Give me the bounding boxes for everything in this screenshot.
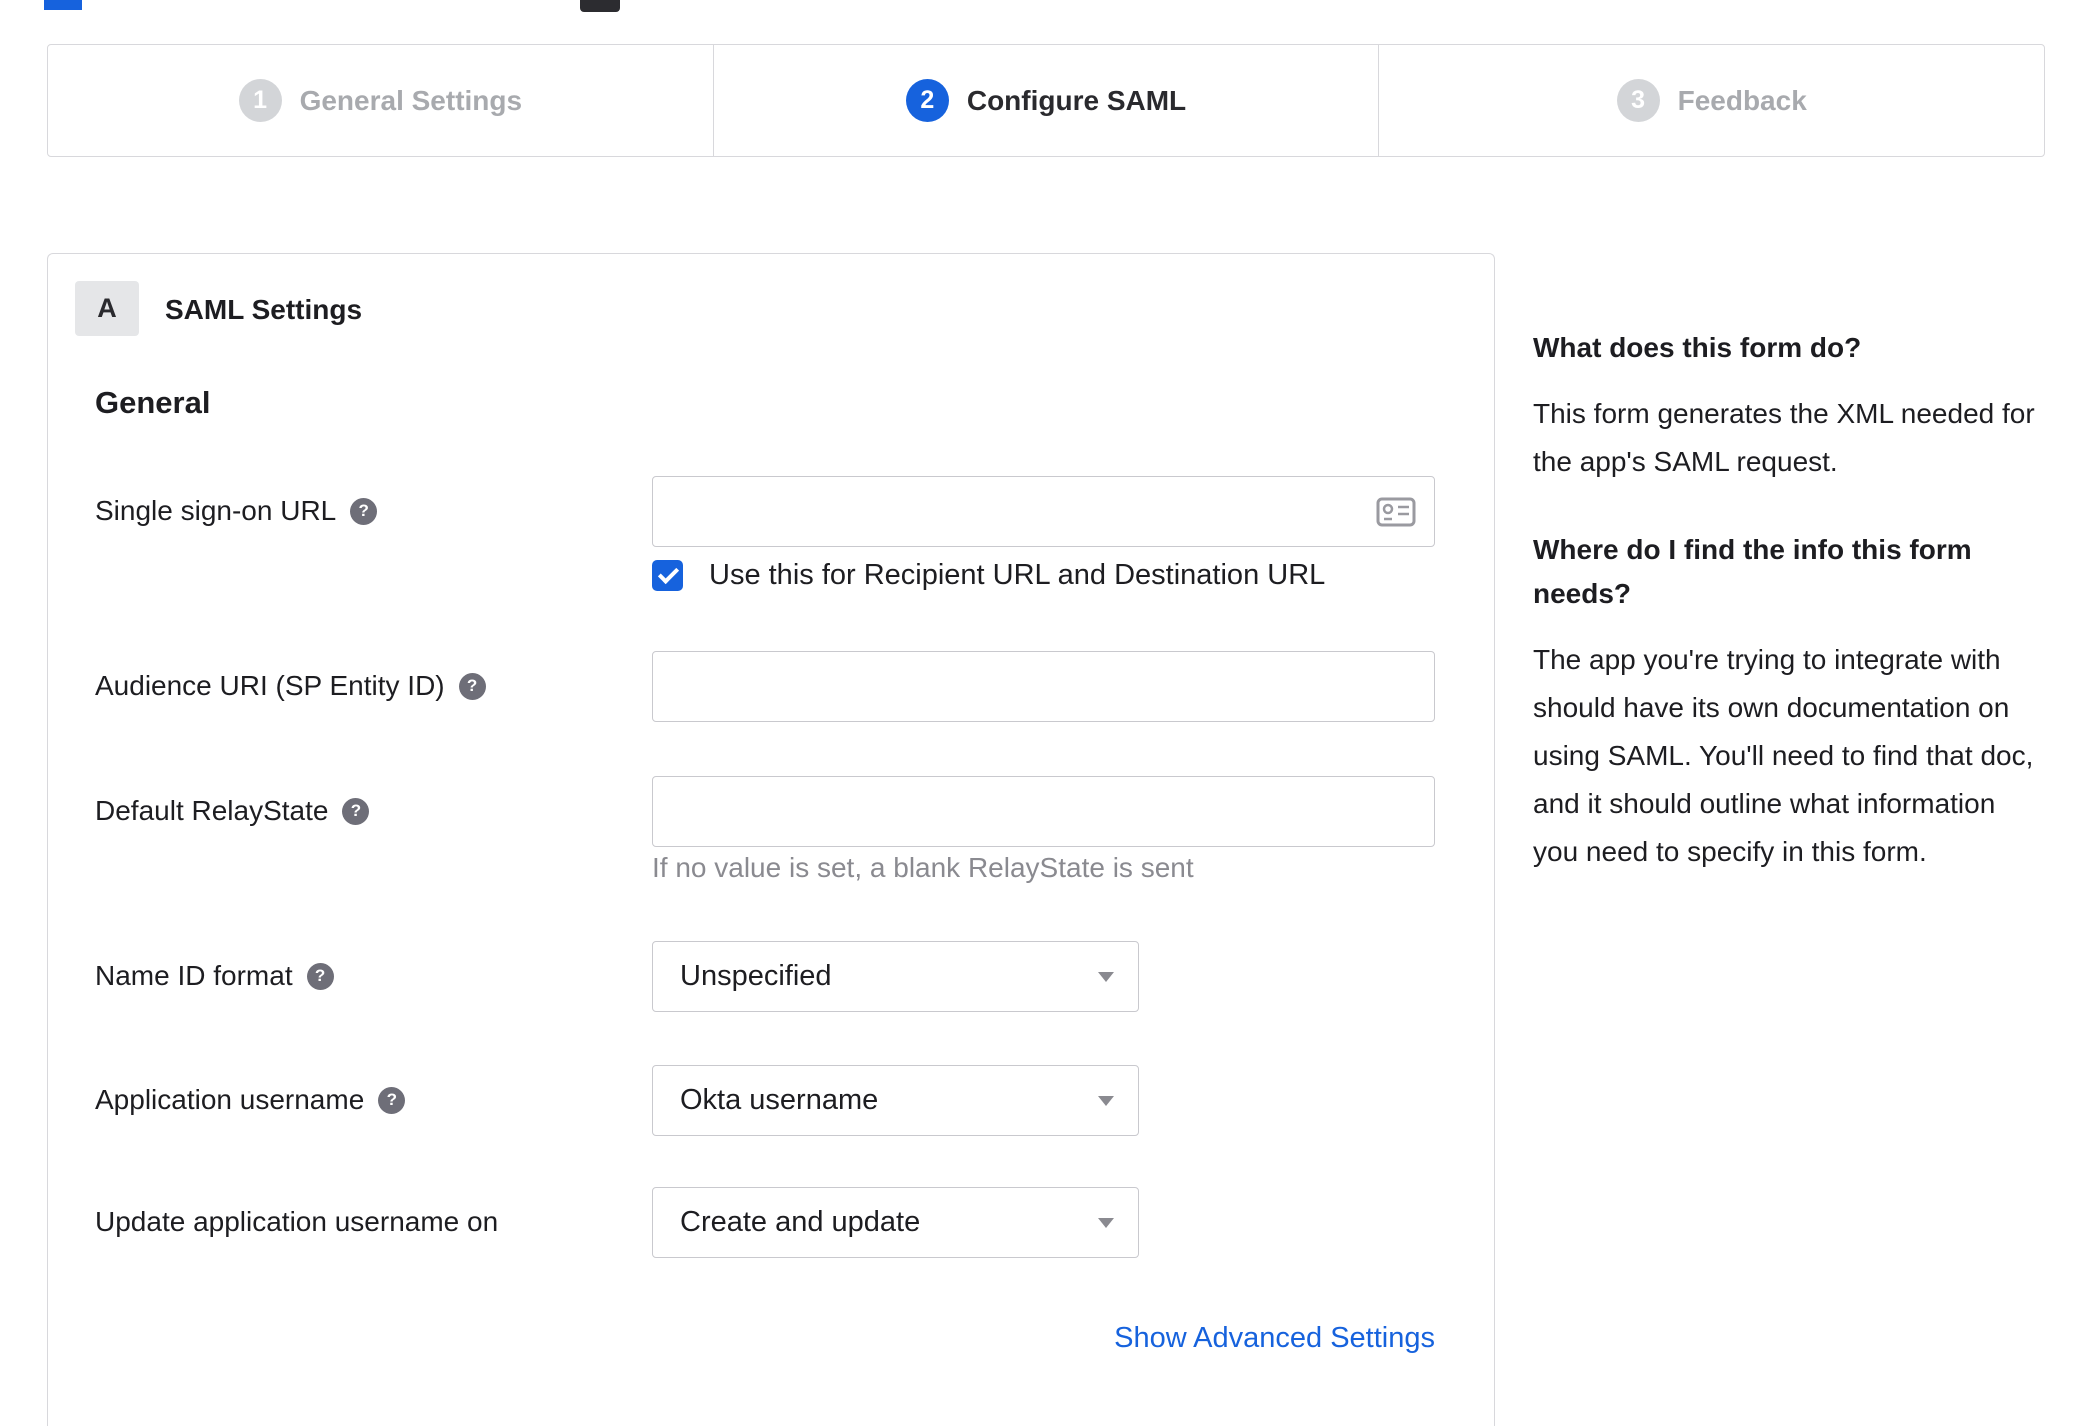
wizard-stepper: 1 General Settings 2 Configure SAML 3 Fe… xyxy=(47,44,2045,157)
help-icon[interactable]: ? xyxy=(378,1086,406,1114)
help-sidebar: What does this form do? This form genera… xyxy=(1533,326,2048,918)
relay-state-label-row: Default RelayState ? xyxy=(95,793,370,829)
name-id-format-select[interactable]: Unspecified xyxy=(652,941,1139,1012)
name-id-format-value: Unspecified xyxy=(680,960,832,992)
name-id-format-label: Name ID format xyxy=(95,960,293,991)
audience-uri-input[interactable] xyxy=(652,651,1435,722)
name-id-format-label-row: Name ID format ? xyxy=(95,958,334,994)
sidebar-answer-1: This form generates the XML needed for t… xyxy=(1533,398,2035,477)
sidebar-question-2: Where do I find the info this form needs… xyxy=(1533,534,1972,609)
chevron-down-icon xyxy=(1098,1217,1114,1228)
relay-state-label: Default RelayState xyxy=(95,795,329,826)
app-username-select[interactable]: Okta username xyxy=(652,1065,1139,1136)
audience-uri-label-row: Audience URI (SP Entity ID) ? xyxy=(95,668,486,704)
cropped-logo-fragment xyxy=(44,0,82,10)
recipient-destination-checkbox[interactable] xyxy=(652,560,683,591)
app-username-label: Application username xyxy=(95,1084,365,1115)
step-number-badge: 2 xyxy=(905,79,949,122)
chevron-down-icon xyxy=(1098,1095,1114,1106)
sso-url-label: Single sign-on URL xyxy=(95,495,337,526)
audience-uri-label: Audience URI (SP Entity ID) xyxy=(95,670,445,701)
help-icon[interactable]: ? xyxy=(350,497,378,525)
step-feedback[interactable]: 3 Feedback xyxy=(1378,45,2044,156)
show-advanced-settings-link[interactable]: Show Advanced Settings xyxy=(652,1322,1435,1355)
relay-state-hint: If no value is set, a blank RelayState i… xyxy=(652,852,1194,883)
section-title: SAML Settings xyxy=(165,294,363,325)
help-icon[interactable]: ? xyxy=(458,672,486,700)
sso-recipient-checkbox-row: Use this for Recipient URL and Destinati… xyxy=(652,559,1325,592)
help-icon[interactable]: ? xyxy=(342,797,370,825)
step-label: Configure SAML xyxy=(966,84,1187,116)
section-a-badge: A xyxy=(75,281,139,336)
sso-url-input[interactable] xyxy=(652,476,1435,547)
step-number-badge: 3 xyxy=(1616,79,1660,122)
step-configure-saml[interactable]: 2 Configure SAML xyxy=(712,45,1379,156)
sso-url-label-row: Single sign-on URL ? xyxy=(95,493,378,529)
step-general-settings[interactable]: 1 General Settings xyxy=(48,45,713,156)
update-username-label: Update application username on xyxy=(95,1206,499,1237)
recipient-destination-checkbox-label: Use this for Recipient URL and Destinati… xyxy=(709,559,1326,591)
group-title-general: General xyxy=(95,385,211,420)
relay-state-input[interactable] xyxy=(652,776,1435,847)
sidebar-answer-2: The app you're trying to integrate with … xyxy=(1533,644,2034,867)
help-icon[interactable]: ? xyxy=(306,962,334,990)
update-username-label-row: Update application username on xyxy=(95,1204,498,1240)
sidebar-question-1: What does this form do? xyxy=(1533,332,1862,363)
step-label: General Settings xyxy=(299,84,523,116)
chevron-down-icon xyxy=(1098,971,1114,982)
update-username-value: Create and update xyxy=(680,1206,921,1238)
saml-settings-panel: A SAML Settings General Single sign-on U… xyxy=(47,253,1495,1426)
cropped-icon-fragment xyxy=(580,0,620,12)
step-label: Feedback xyxy=(1677,84,1807,116)
update-username-select[interactable]: Create and update xyxy=(652,1187,1139,1258)
app-username-value: Okta username xyxy=(680,1084,879,1116)
step-number-badge: 1 xyxy=(238,79,282,122)
app-username-label-row: Application username ? xyxy=(95,1082,406,1118)
